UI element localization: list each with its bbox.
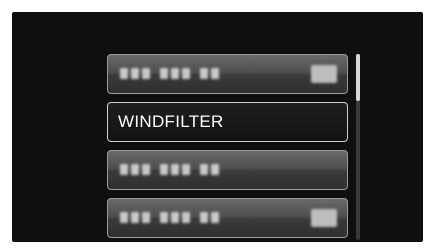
scrollbar-thumb[interactable] bbox=[356, 54, 360, 101]
scrollbar[interactable] bbox=[356, 54, 360, 240]
menu-item-4[interactable] bbox=[107, 198, 348, 238]
blurred-setting-icon bbox=[311, 209, 337, 227]
menu-item-3[interactable] bbox=[107, 150, 348, 190]
menu-item-1[interactable] bbox=[107, 54, 348, 94]
blurred-label bbox=[120, 212, 219, 225]
camera-screen: WINDFILTER bbox=[12, 12, 423, 242]
blurred-label bbox=[120, 68, 219, 81]
menu-item-label: WINDFILTER bbox=[118, 112, 224, 131]
blurred-label bbox=[120, 164, 219, 177]
blurred-setting-icon bbox=[311, 65, 337, 83]
menu-item-windfilter[interactable]: WINDFILTER bbox=[107, 102, 348, 142]
